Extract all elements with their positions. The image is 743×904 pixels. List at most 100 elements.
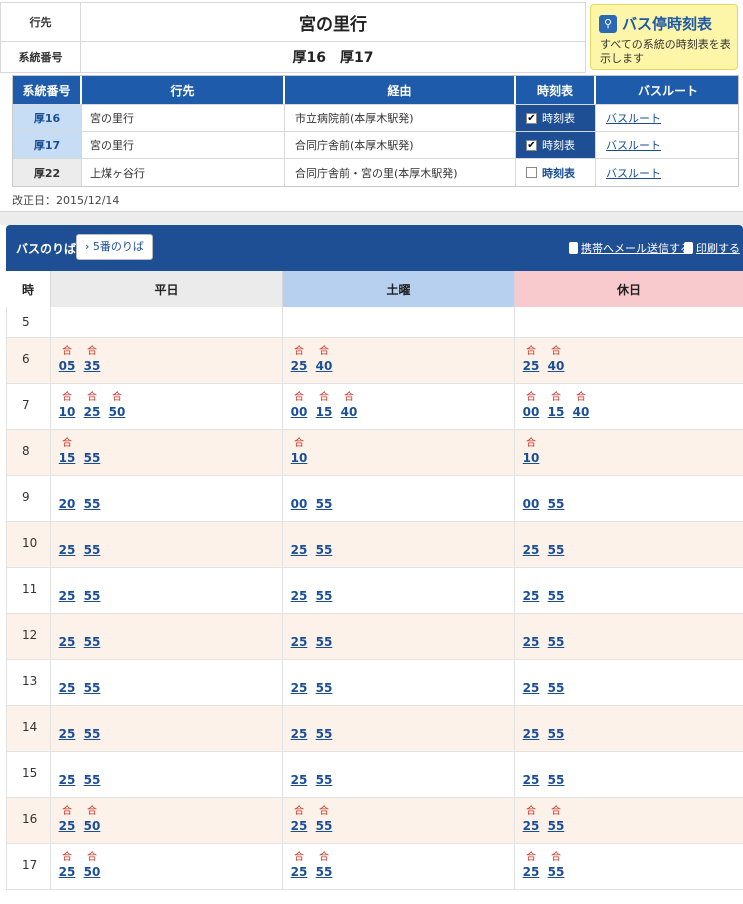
departure-minute-link[interactable]: 55 xyxy=(315,635,333,649)
departure-minute-link[interactable]: 00 xyxy=(290,405,308,419)
departure-minute-link[interactable]: 40 xyxy=(547,359,565,373)
departure-minute-link[interactable]: 25 xyxy=(522,359,540,373)
departure-minute-link[interactable]: 25 xyxy=(522,865,540,879)
departure-minute-link[interactable]: 25 xyxy=(290,681,308,695)
departure-minute-link[interactable]: 25 xyxy=(290,359,308,373)
departure-minute-link[interactable]: 40 xyxy=(315,359,333,373)
departure-minute-link[interactable]: 40 xyxy=(572,405,590,419)
departure-minute-link[interactable]: 25 xyxy=(58,635,76,649)
departure-minute-link[interactable]: 55 xyxy=(83,543,101,557)
departure-minute-link[interactable]: 25 xyxy=(290,635,308,649)
departure-minute-link[interactable]: 25 xyxy=(290,543,308,557)
timetable-toggle[interactable]: ✔ 時刻表 xyxy=(516,105,596,131)
departure-minute-link[interactable]: 55 xyxy=(315,865,333,879)
send-mail-link[interactable]: 携帯へメール送信する xyxy=(569,240,691,256)
bus-route-link[interactable]: バスルート xyxy=(606,165,661,181)
departure-minute-link[interactable]: 55 xyxy=(83,773,101,787)
departure-minute-link[interactable]: 40 xyxy=(340,405,358,419)
platform-button[interactable]: › 5番のりば xyxy=(76,234,153,260)
departure-minute-link[interactable]: 55 xyxy=(315,681,333,695)
departure-minute-link[interactable]: 55 xyxy=(547,635,565,649)
departure-minute-link[interactable]: 15 xyxy=(547,405,565,419)
departure-minute-link[interactable]: 25 xyxy=(522,819,540,833)
departure-minute-link[interactable]: 25 xyxy=(522,543,540,557)
departure-minute-link[interactable]: 25 xyxy=(290,589,308,603)
departure-minute-link[interactable]: 25 xyxy=(522,635,540,649)
bus-stop-timetable-button[interactable]: ⚲ バス停時刻表 すべての系統の時刻表を表示します xyxy=(590,4,738,70)
departure-minute-link[interactable]: 55 xyxy=(547,819,565,833)
bus-route-link[interactable]: バスルート xyxy=(606,110,661,126)
departure-minute-link[interactable]: 55 xyxy=(547,727,565,741)
departure-minute-link[interactable]: 55 xyxy=(315,819,333,833)
timetable-toggle[interactable]: 時刻表 xyxy=(516,159,596,186)
departure-minute-link[interactable]: 55 xyxy=(83,681,101,695)
departure: 55 xyxy=(315,706,337,751)
departure-minute-link[interactable]: 35 xyxy=(83,359,101,373)
departure-minute-link[interactable]: 55 xyxy=(315,543,333,557)
departure-minute-link[interactable]: 00 xyxy=(290,497,308,511)
departure-minute-link[interactable]: 25 xyxy=(83,405,101,419)
timetable-toggle-label: 時刻表 xyxy=(542,139,575,152)
route-via: 合同庁舎前(本厚木駅発) xyxy=(285,132,516,158)
departure-minute-link[interactable]: 10 xyxy=(522,451,540,465)
departure-minute-link[interactable]: 25 xyxy=(522,681,540,695)
departure-minute-link[interactable]: 50 xyxy=(83,865,101,879)
departure-minute-link[interactable]: 25 xyxy=(290,819,308,833)
departure-minute-link[interactable]: 55 xyxy=(83,451,101,465)
departure-minute-link[interactable]: 10 xyxy=(58,405,76,419)
bus-route-link[interactable]: バスルート xyxy=(606,137,661,153)
checkbox-checked-icon[interactable]: ✔ xyxy=(526,139,537,151)
print-link[interactable]: 印刷する xyxy=(684,240,740,256)
departure-minute-link[interactable]: 25 xyxy=(58,773,76,787)
departure-minute-link[interactable]: 25 xyxy=(522,773,540,787)
departure-minute-link[interactable]: 25 xyxy=(522,589,540,603)
bus-route-cell: バスルート xyxy=(596,105,740,131)
departure-minute-link[interactable]: 10 xyxy=(290,451,308,465)
timetable-toggle[interactable]: ✔ 時刻表 xyxy=(516,132,596,158)
checkbox-unchecked-icon[interactable] xyxy=(526,167,537,178)
departure-minute-link[interactable]: 55 xyxy=(547,865,565,879)
departure-minute-link[interactable]: 25 xyxy=(58,727,76,741)
departure-minute-link[interactable]: 55 xyxy=(315,589,333,603)
departure: 55 xyxy=(547,660,569,705)
departure-minute-link[interactable]: 55 xyxy=(315,497,333,511)
route-mark: 合 xyxy=(526,346,536,357)
departure-minute-link[interactable]: 50 xyxy=(108,405,126,419)
departure-minute-link[interactable]: 25 xyxy=(58,681,76,695)
departure-minute-link[interactable]: 50 xyxy=(83,819,101,833)
departure-minute-link[interactable]: 05 xyxy=(58,359,76,373)
departure-minute-link[interactable]: 25 xyxy=(290,865,308,879)
weekday-cell: 合 25 合 50 xyxy=(51,844,283,889)
departure-minute-link[interactable]: 15 xyxy=(315,405,333,419)
departure-minute-link[interactable]: 55 xyxy=(315,727,333,741)
departure-minute-link[interactable]: 15 xyxy=(58,451,76,465)
departure-minute-link[interactable]: 25 xyxy=(522,727,540,741)
holiday-cell: 合 25 合 40 xyxy=(515,338,743,383)
route-number-row: 系統番号 厚16 厚17 xyxy=(0,41,586,73)
departure-minute-link[interactable]: 55 xyxy=(83,589,101,603)
departure-minute-link[interactable]: 25 xyxy=(58,589,76,603)
checkbox-checked-icon[interactable]: ✔ xyxy=(526,112,537,124)
departure-minute-link[interactable]: 00 xyxy=(522,405,540,419)
departure-minute-link[interactable]: 55 xyxy=(547,773,565,787)
departure-minute-link[interactable]: 25 xyxy=(58,819,76,833)
departure-minute-link[interactable]: 25 xyxy=(58,543,76,557)
departure-minute-link[interactable]: 55 xyxy=(315,773,333,787)
route-mark: 合 xyxy=(87,392,97,403)
destination-value: 宮の里行 xyxy=(299,14,367,35)
route-mark: 合 xyxy=(294,438,304,449)
weekday-cell: 合 05 合 35 xyxy=(51,338,283,383)
departure-minute-link[interactable]: 25 xyxy=(58,865,76,879)
departure-minute-link[interactable]: 55 xyxy=(547,497,565,511)
departure-minute-link[interactable]: 55 xyxy=(83,727,101,741)
departure-minute-link[interactable]: 20 xyxy=(58,497,76,511)
departure-minute-link[interactable]: 55 xyxy=(83,497,101,511)
departure-minute-link[interactable]: 55 xyxy=(547,543,565,557)
departure: 合 15 xyxy=(58,430,80,475)
departure-minute-link[interactable]: 25 xyxy=(290,773,308,787)
departure-minute-link[interactable]: 55 xyxy=(547,681,565,695)
departure-minute-link[interactable]: 00 xyxy=(522,497,540,511)
departure-minute-link[interactable]: 55 xyxy=(547,589,565,603)
departure-minute-link[interactable]: 25 xyxy=(290,727,308,741)
departure-minute-link[interactable]: 55 xyxy=(83,635,101,649)
